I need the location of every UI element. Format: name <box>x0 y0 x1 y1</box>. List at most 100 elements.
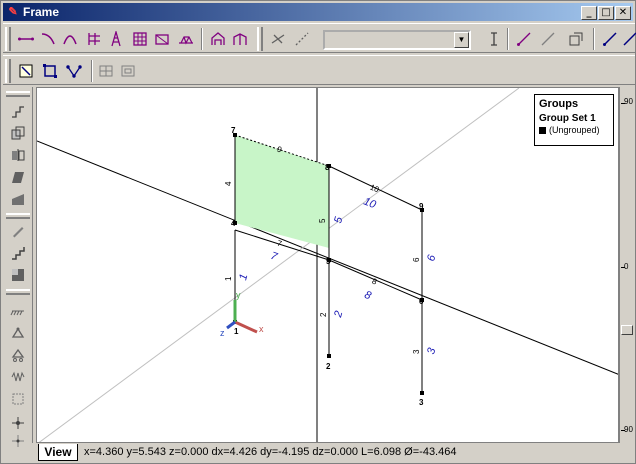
frame-grid-icon[interactable] <box>83 29 105 49</box>
mirror-icon[interactable] <box>8 145 28 165</box>
global-axis-z <box>38 88 520 442</box>
toolbar-grip[interactable] <box>6 213 30 219</box>
house-frame-icon[interactable] <box>207 29 229 49</box>
ruler-thumb[interactable] <box>621 325 633 335</box>
ruler-label: 90 <box>624 425 633 434</box>
skew-icon[interactable] <box>8 167 28 187</box>
node-label: 1 <box>234 327 239 336</box>
group-item-label: (Ungrouped) <box>549 125 600 135</box>
close-button[interactable]: ✕ <box>615 6 631 20</box>
member-draw-icon[interactable] <box>513 29 535 49</box>
window-title: Frame <box>23 5 60 19</box>
member-label: 6 <box>412 257 421 262</box>
toolbar-grip[interactable] <box>257 27 263 51</box>
frame-window: ✎ Frame _ □ ✕ ▼ 1 2 3 4 5 6 7 8 9 1 2 3 … <box>0 0 636 464</box>
curve-tool-icon[interactable] <box>37 29 59 49</box>
node-add-icon[interactable] <box>8 413 28 433</box>
step-node-icon[interactable] <box>8 101 28 121</box>
copy-icon[interactable] <box>8 123 28 143</box>
app-icon: ✎ <box>8 6 18 18</box>
text-cursor-icon[interactable] <box>483 29 505 49</box>
member-label: 1 <box>224 276 233 281</box>
maximize-button[interactable]: □ <box>598 6 614 20</box>
tab-view[interactable]: View <box>38 444 78 461</box>
window-split-icon[interactable] <box>95 61 117 81</box>
toolbar-separator <box>507 28 509 50</box>
groups-legend[interactable]: Groups Group Set 1 (Ungrouped) <box>534 94 614 146</box>
group-item[interactable]: (Ungrouped) <box>539 125 609 135</box>
node-2[interactable] <box>327 354 331 358</box>
node-star-icon[interactable] <box>8 431 28 451</box>
toolbar-grip[interactable] <box>6 289 30 295</box>
member-label-large: 6 <box>425 253 438 263</box>
member-label-large: 8 <box>363 289 374 303</box>
toolbar-grip[interactable] <box>5 27 11 51</box>
axis-triad: x y z <box>220 290 264 338</box>
ruler-label: 0 <box>624 262 629 271</box>
toolbar-separator <box>593 28 595 50</box>
member-label: 4 <box>224 181 233 186</box>
line-tool-icon[interactable] <box>15 29 37 49</box>
member-label: 5 <box>318 218 327 223</box>
grid-icon[interactable] <box>129 29 151 49</box>
fill-icon[interactable] <box>8 265 28 285</box>
select-toolbar <box>3 55 635 85</box>
title-bar[interactable]: ✎ Frame _ □ ✕ <box>3 3 633 21</box>
node-label: 3 <box>419 398 424 407</box>
chevron-down-icon[interactable]: ▼ <box>454 32 469 48</box>
group-set-name: Group Set 1 <box>539 113 596 124</box>
minimize-button[interactable]: _ <box>581 6 597 20</box>
break-member-icon[interactable] <box>267 29 289 49</box>
release-icon[interactable] <box>8 389 28 409</box>
node-3[interactable] <box>420 391 424 395</box>
model-viewport[interactable]: 1 2 3 4 5 6 7 8 9 1 2 3 4 5 6 7 8 9 10 1… <box>36 87 619 443</box>
member-label: 7 <box>276 239 284 249</box>
frame-model-drawing[interactable]: 1 2 3 4 5 6 7 8 9 1 2 3 4 5 6 7 8 9 10 1… <box>37 88 619 443</box>
coordinate-readout: x=4.360 y=5.543 z=0.000 dx=4.426 dy=-4.1… <box>84 446 457 458</box>
pencil-icon[interactable] <box>8 221 28 241</box>
member-label-large: 5 <box>332 215 345 225</box>
member-label-large: 2 <box>332 310 345 320</box>
select-box-icon[interactable] <box>39 61 61 81</box>
member-label-large: 7 <box>269 250 280 264</box>
support-pin-icon[interactable] <box>8 323 28 343</box>
arc-tool-icon[interactable] <box>59 29 81 49</box>
support-fixed-icon[interactable] <box>8 301 28 321</box>
plate-icon[interactable] <box>151 29 173 49</box>
portal-frame-icon[interactable] <box>229 29 251 49</box>
groups-title: Groups <box>539 98 579 110</box>
stairs-icon[interactable] <box>8 243 28 263</box>
shaded-plate[interactable] <box>235 135 329 248</box>
support-roller-icon[interactable] <box>8 345 28 365</box>
properties-icon[interactable] <box>565 29 587 49</box>
diagonal-line-icon[interactable] <box>537 29 559 49</box>
tower-icon[interactable] <box>105 29 127 49</box>
node-label: 6 <box>419 297 424 306</box>
window-single-icon[interactable] <box>117 61 139 81</box>
select-nodes-icon[interactable] <box>63 61 85 81</box>
group-swatch <box>539 126 546 134</box>
connect-icon[interactable] <box>291 29 313 49</box>
spring-icon[interactable] <box>8 367 28 387</box>
toolbar-separator <box>201 28 203 50</box>
ruler-label: 90 <box>624 97 633 106</box>
node-line-icon-2[interactable] <box>619 29 636 49</box>
rotation-ruler[interactable]: 90 0 90 <box>619 87 635 443</box>
status-bar: View x=4.360 y=5.543 z=0.000 dx=4.426 dy… <box>36 444 635 462</box>
main-toolbar: ▼ <box>3 23 636 53</box>
truss-icon[interactable] <box>175 29 197 49</box>
x-axis-label: x <box>259 324 264 334</box>
extrude-icon[interactable] <box>8 189 28 209</box>
group-select[interactable]: ▼ <box>323 30 471 50</box>
node-label: 8 <box>325 163 330 172</box>
toolbar-grip[interactable] <box>5 59 11 83</box>
node-line-icon[interactable] <box>599 29 621 49</box>
member-label-large: 1 <box>237 273 250 282</box>
select-region-icon[interactable] <box>15 61 37 81</box>
z-axis-label: z <box>220 328 225 338</box>
node-label: 4 <box>231 219 236 228</box>
toolbar-grip[interactable] <box>6 91 30 97</box>
toolbar-separator <box>91 60 93 82</box>
member-label-large: 3 <box>425 346 438 356</box>
node-label: 5 <box>326 257 331 266</box>
